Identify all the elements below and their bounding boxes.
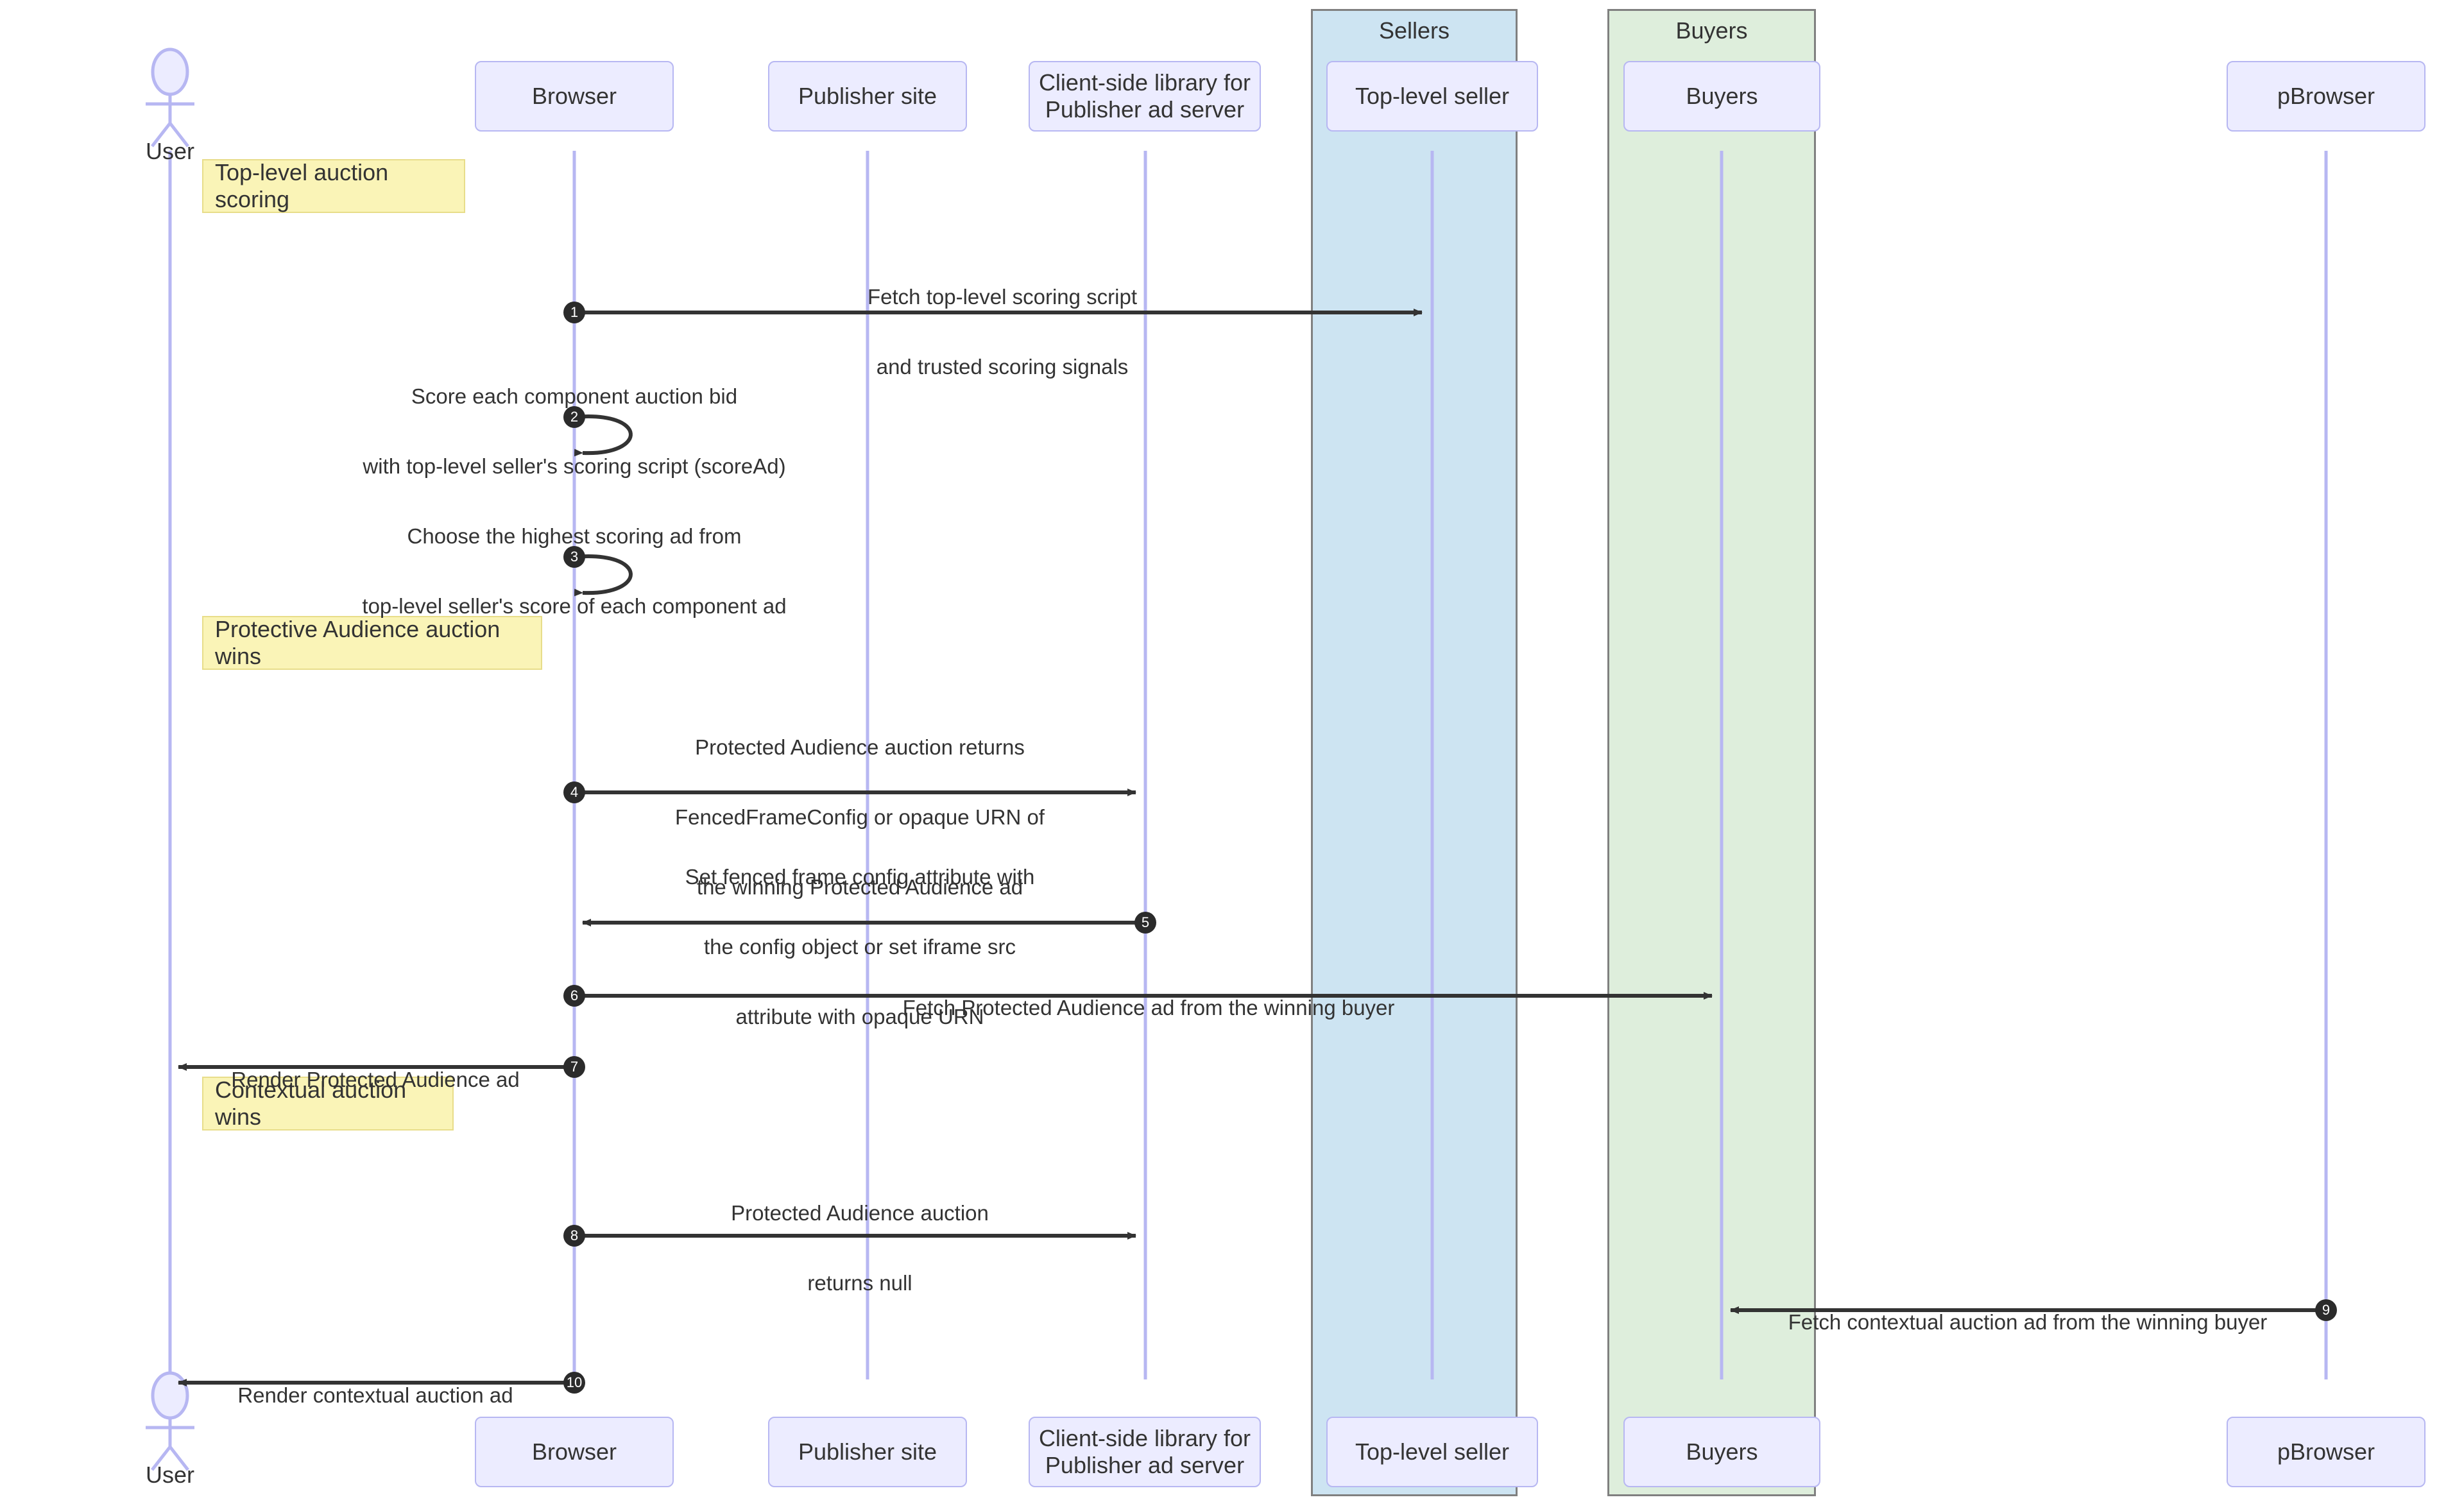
message-label-8: Protected Audience auction returns null (731, 1160, 989, 1336)
message-label-9-line-1: Fetch contextual auction ad from the win… (1788, 1310, 2268, 1334)
message-label-7: Render Protected Audience ad (231, 1027, 519, 1132)
actor-user-top (146, 47, 194, 148)
participant-box-browser-top[interactable]: Browser (475, 61, 674, 132)
message-label-10-line-1: Render contextual auction ad (237, 1383, 513, 1407)
participant-box-client-library-top[interactable]: Client-side library for Publisher ad ser… (1029, 61, 1261, 132)
message-label-6: Fetch Protected Audience ad from the win… (903, 955, 1395, 1061)
note-top-level-auction-scoring: Top-level auction scoring (202, 159, 465, 213)
participant-box-buyers-bottom[interactable]: Buyers (1623, 1417, 1820, 1487)
participant-label-pbrowser-bottom: pBrowser (2277, 1438, 2375, 1465)
participant-label-browser: Browser (531, 82, 617, 109)
participant-box-publisher-site-top[interactable]: Publisher site (768, 61, 967, 132)
message-label-8-line-2: returns null (807, 1271, 912, 1295)
participant-label-browser-bottom: Browser (531, 1438, 617, 1465)
participant-box-publisher-site-bottom[interactable]: Publisher site (768, 1417, 967, 1487)
message-label-7-line-1: Render Protected Audience ad (231, 1068, 520, 1091)
sequence-number-8: 8 (563, 1225, 585, 1247)
participant-label-top-level-seller-bottom: Top-level seller (1355, 1438, 1510, 1465)
message-label-5-line-1: Set fenced frame config attribute with (685, 865, 1035, 889)
sequence-number-10: 10 (563, 1372, 585, 1394)
message-label-8-line-1: Protected Audience auction (731, 1201, 989, 1225)
lifelines (168, 151, 2328, 1379)
message-label-6-line-1: Fetch Protected Audience ad from the win… (902, 996, 1395, 1020)
message-label-2-line-2: with top-level seller's scoring script (… (363, 454, 786, 478)
participant-box-top-level-seller-top[interactable]: Top-level seller (1326, 61, 1538, 132)
actor-label-user-top: User (145, 138, 195, 164)
participant-label-buyers-bottom: Buyers (1686, 1438, 1758, 1465)
message-label-1-line-1: Fetch top-level scoring script (868, 285, 1137, 309)
participant-label-buyers: Buyers (1686, 82, 1758, 109)
sequence-number-4: 4 (563, 781, 585, 803)
sequence-diagram: Sellers Buyers Browser Publisher site Cl… (0, 0, 2464, 1502)
participant-label-publisher-site-bottom: Publisher site (798, 1438, 937, 1465)
participant-box-pbrowser-bottom[interactable]: pBrowser (2227, 1417, 2426, 1487)
sequence-number-6: 6 (563, 985, 585, 1007)
participant-box-pbrowser-top[interactable]: pBrowser (2227, 61, 2426, 132)
sequence-number-3: 3 (563, 546, 585, 568)
message-label-3: Choose the highest scoring ad from top-l… (362, 483, 786, 659)
participant-box-top-level-seller-bottom[interactable]: Top-level seller (1326, 1417, 1538, 1487)
note-text-1: Top-level auction scoring (215, 159, 389, 212)
sequence-number-9: 9 (2315, 1299, 2337, 1321)
message-label-2-line-1: Score each component auction bid (411, 384, 738, 408)
participant-label-client-library: Client-side library for Publisher ad ser… (1038, 69, 1251, 123)
participant-label-client-library-bottom: Client-side library for Publisher ad ser… (1038, 1424, 1251, 1478)
message-label-10: Render contextual auction ad (237, 1342, 513, 1448)
message-label-9: Fetch contextual auction ad from the win… (1788, 1269, 2268, 1375)
message-label-3-line-2: top-level seller's score of each compone… (362, 594, 787, 618)
message-label-1-line-2: and trusted scoring signals (876, 355, 1129, 379)
message-label-3-line-1: Choose the highest scoring ad from (407, 524, 742, 548)
participant-label-publisher-site: Publisher site (798, 82, 937, 109)
message-label-1: Fetch top-level scoring script and trust… (868, 244, 1137, 420)
actor-user-bottom (146, 1371, 194, 1471)
sequence-number-1: 1 (563, 302, 585, 323)
participant-label-top-level-seller: Top-level seller (1355, 82, 1510, 109)
sequence-number-5: 5 (1134, 912, 1156, 934)
sequence-number-7: 7 (563, 1056, 585, 1078)
message-label-4-line-1: Protected Audience auction returns (695, 735, 1025, 759)
sequence-number-2: 2 (563, 406, 585, 428)
participant-box-client-library-bottom[interactable]: Client-side library for Publisher ad ser… (1029, 1417, 1261, 1487)
participant-box-buyers-top[interactable]: Buyers (1623, 61, 1820, 132)
participant-label-pbrowser: pBrowser (2277, 82, 2375, 109)
actor-label-user-bottom: User (145, 1462, 195, 1488)
